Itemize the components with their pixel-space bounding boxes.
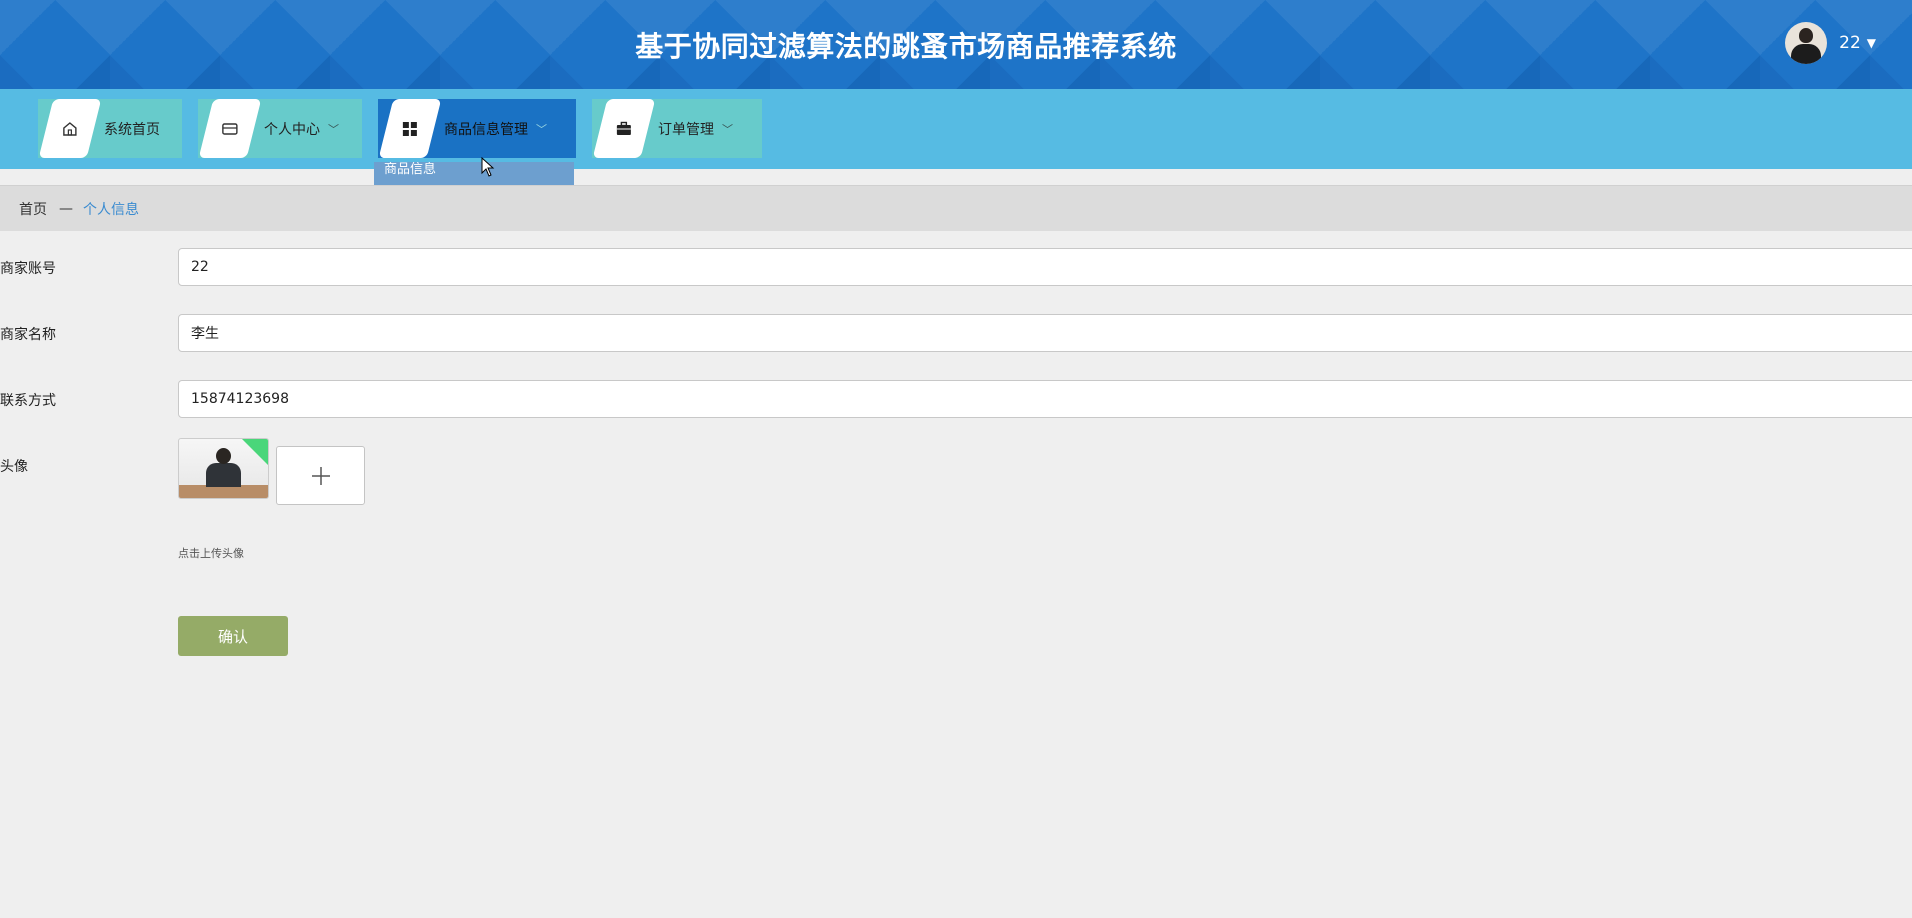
submenu-item-label[interactable]: 商品信息: [384, 163, 574, 176]
plus-icon: [311, 466, 330, 485]
nav-item-goods-management[interactable]: 商品信息管理 ﹀: [378, 99, 576, 158]
header: 基于协同过滤算法的跳蚤市场商品推荐系统 22 ▼: [0, 0, 1912, 89]
contact-field[interactable]: [178, 380, 1912, 418]
nav-item-personal-center[interactable]: 个人中心 ﹀: [198, 99, 362, 158]
contact-label: 联系方式: [0, 393, 56, 409]
user-avatar[interactable]: [1785, 22, 1828, 64]
nav-item-label: 系统首页: [104, 121, 160, 138]
breadcrumb-home[interactable]: 首页: [19, 199, 47, 219]
chevron-down-icon: ﹀: [722, 122, 733, 136]
wallet-icon: [198, 99, 262, 158]
upload-hint: 点击上传头像: [178, 547, 244, 560]
nav-item-label: 订单管理: [658, 121, 714, 138]
name-label: 商家名称: [0, 327, 56, 343]
nav-item-label: 商品信息管理: [444, 121, 528, 138]
account-field[interactable]: [178, 248, 1912, 286]
account-label: 商家账号: [0, 261, 56, 277]
system-title: 基于协同过滤算法的跳蚤市场商品推荐系统: [635, 30, 1177, 63]
top-nav: 系统首页 个人中心 ﹀ 商品信息管理 ﹀ 订单管理 ﹀: [0, 89, 1912, 169]
mouse-cursor-icon: [481, 156, 495, 181]
chevron-down-icon: ﹀: [328, 122, 339, 136]
avatar-label: 头像: [0, 459, 28, 475]
grid-icon: [378, 99, 442, 158]
user-menu[interactable]: 22 ▼: [1785, 21, 1876, 65]
breadcrumb-current[interactable]: 个人信息: [83, 199, 139, 219]
name-field[interactable]: [178, 314, 1912, 352]
upload-avatar-button[interactable]: [276, 446, 365, 505]
home-icon: [38, 99, 102, 158]
nav-item-home[interactable]: 系统首页: [38, 99, 182, 158]
avatar-preview[interactable]: [178, 438, 269, 499]
confirm-button[interactable]: 确认: [178, 616, 288, 656]
caret-down-icon[interactable]: ▼: [1867, 36, 1876, 50]
nav-item-orders[interactable]: 订单管理 ﹀: [592, 99, 762, 158]
breadcrumb: 首页 — 个人信息: [0, 185, 1912, 231]
nav-item-label: 个人中心: [264, 121, 320, 138]
username[interactable]: 22: [1839, 33, 1861, 53]
breadcrumb-separator: —: [59, 200, 73, 217]
briefcase-icon: [592, 99, 656, 158]
chevron-up-icon: ﹀: [536, 122, 547, 136]
